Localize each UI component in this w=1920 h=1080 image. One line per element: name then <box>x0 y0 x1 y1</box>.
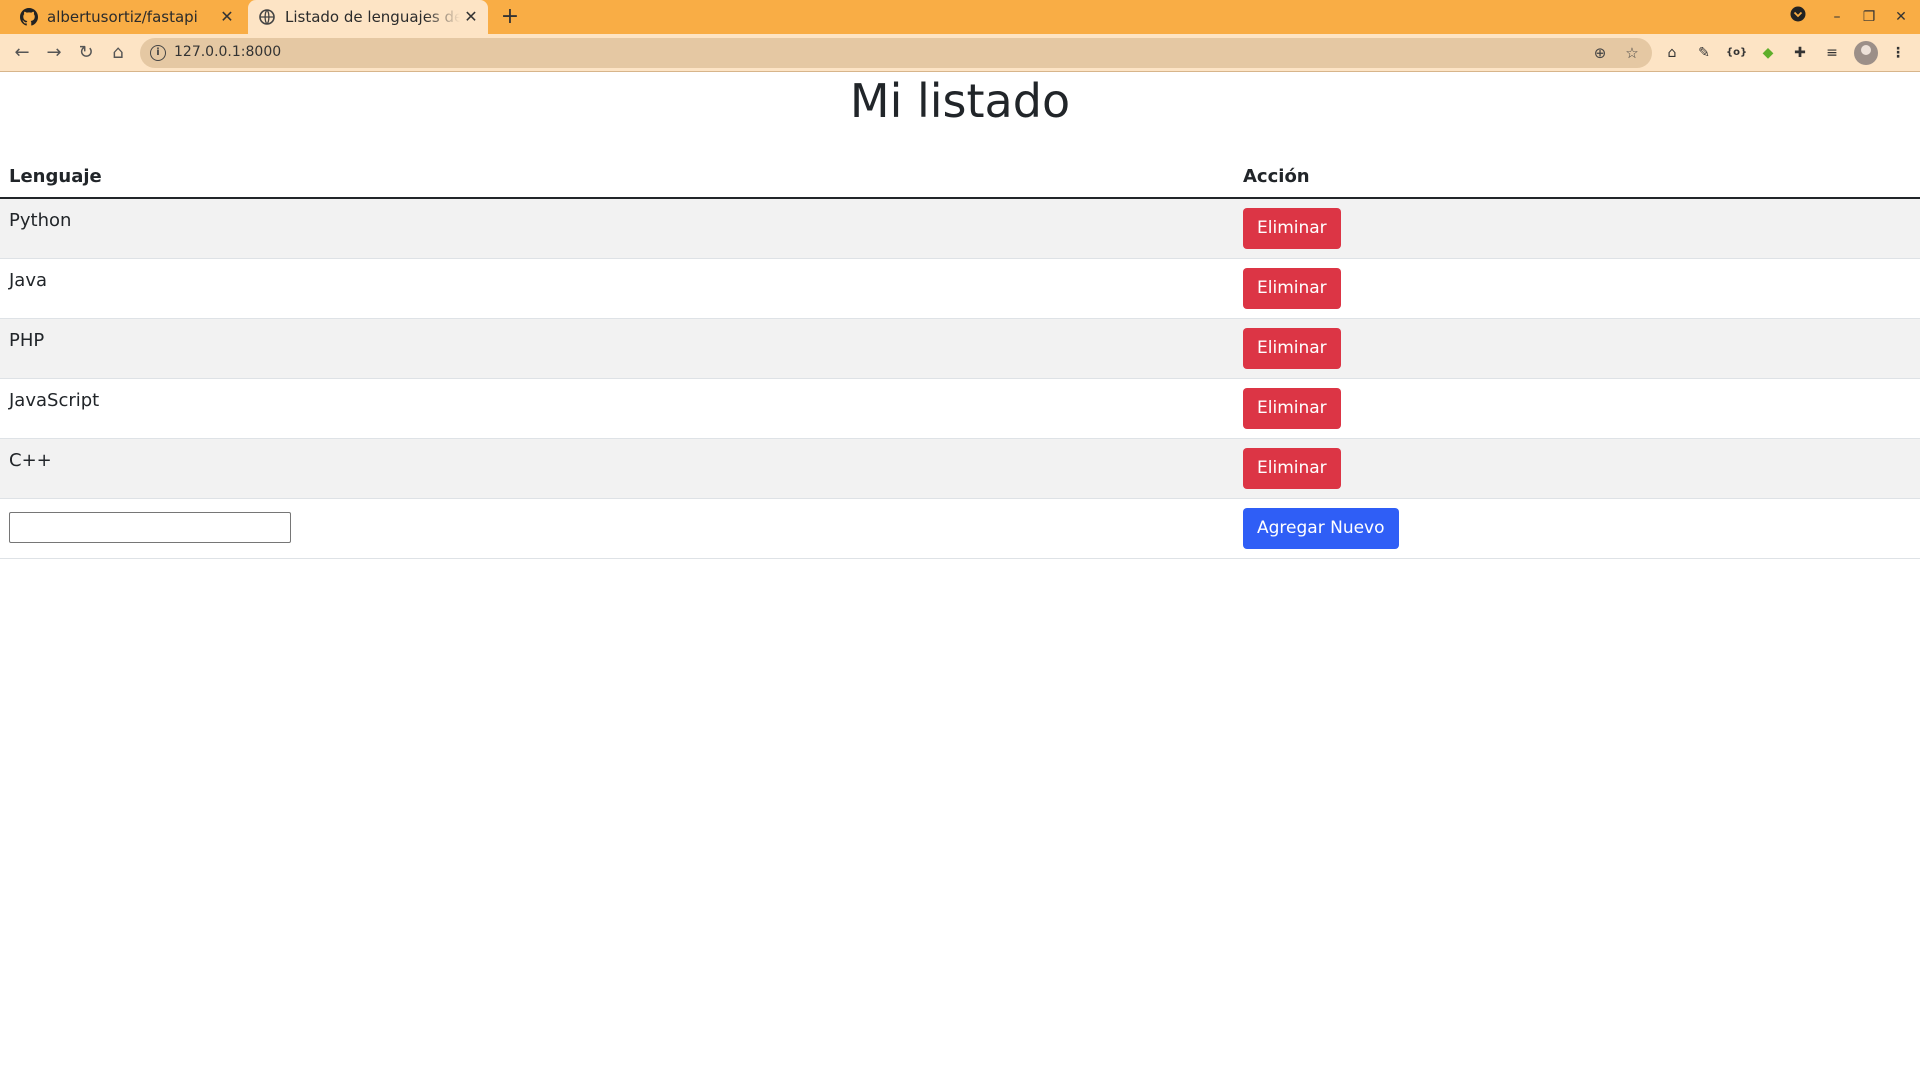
tab-title: albertusortiz/fastapi <box>47 8 198 26</box>
home-icon[interactable]: ⌂ <box>106 41 130 65</box>
action-cell: Eliminar <box>1234 318 1920 379</box>
url-text[interactable]: 127.0.0.1:8000 <box>174 44 281 60</box>
table-row: C++ Eliminar <box>0 438 1920 499</box>
close-tab-icon[interactable]: ✕ <box>218 8 236 26</box>
forward-icon[interactable]: → <box>42 41 66 65</box>
zoom-icon[interactable]: ⊕ <box>1590 43 1610 63</box>
globe-icon <box>258 8 276 26</box>
delete-button[interactable]: Eliminar <box>1243 207 1341 249</box>
github-icon <box>20 8 38 26</box>
add-new-button[interactable]: Agregar Nuevo <box>1243 507 1399 549</box>
language-cell: Java <box>0 258 1234 319</box>
back-icon[interactable]: ← <box>10 41 34 65</box>
minimize-icon[interactable]: – <box>1826 6 1848 28</box>
table-row: PHP Eliminar <box>0 318 1920 379</box>
language-cell: PHP <box>0 318 1234 379</box>
extension-icon[interactable]: ◆ <box>1758 43 1778 63</box>
page-title: Mi listado <box>849 74 1071 128</box>
add-action-cell: Agregar Nuevo <box>1234 498 1920 559</box>
menu-kebab-icon[interactable]: ⋮ <box>1888 43 1908 63</box>
action-cell: Eliminar <box>1234 378 1920 439</box>
tab-github[interactable]: albertusortiz/fastapi ✕ <box>12 0 244 34</box>
close-window-icon[interactable]: ✕ <box>1890 6 1912 28</box>
site-info-icon[interactable]: i <box>150 45 166 61</box>
page-content: Mi listado Lenguaje Acción Python Elimin… <box>0 72 1920 1080</box>
delete-button[interactable]: Eliminar <box>1243 267 1341 309</box>
eyedropper-icon[interactable]: ✎ <box>1694 43 1714 63</box>
extension-icon[interactable]: {o} <box>1726 43 1747 63</box>
languages-table: Lenguaje Acción Python Eliminar Java Eli… <box>0 156 1920 559</box>
reload-icon[interactable]: ↻ <box>74 41 98 65</box>
table-header-row: Lenguaje Acción <box>0 156 1920 199</box>
restore-icon[interactable]: ❐ <box>1858 6 1880 28</box>
action-cell: Eliminar <box>1234 198 1920 259</box>
bookmark-star-icon[interactable]: ☆ <box>1622 43 1642 63</box>
header-action: Acción <box>1234 156 1920 199</box>
browser-tabbar: albertusortiz/fastapi ✕ Listado de lengu… <box>0 0 1920 34</box>
language-cell: Python <box>0 198 1234 259</box>
delete-button[interactable]: Eliminar <box>1243 447 1341 489</box>
delete-button[interactable]: Eliminar <box>1243 387 1341 429</box>
action-cell: Eliminar <box>1234 258 1920 319</box>
delete-button[interactable]: Eliminar <box>1243 327 1341 369</box>
table-row: Python Eliminar <box>0 198 1920 259</box>
table-row: JavaScript Eliminar <box>0 378 1920 439</box>
close-tab-icon[interactable]: ✕ <box>462 8 480 26</box>
language-cell: C++ <box>0 438 1234 499</box>
tab-search-icon[interactable] <box>1787 6 1809 28</box>
tab-listado[interactable]: Listado de lenguajes de programación ✕ <box>248 0 488 34</box>
action-cell: Eliminar <box>1234 438 1920 499</box>
tab-title: Listado de lenguajes de programación <box>285 8 460 26</box>
browser-toolbar: ← → ↻ ⌂ i 127.0.0.1:8000 ⊕ ☆ ⌂ ✎ {o} ◆ ✚… <box>0 34 1920 72</box>
extension-icon[interactable]: ⌂ <box>1662 43 1682 63</box>
language-cell: JavaScript <box>0 378 1234 439</box>
new-language-cell <box>0 498 1234 559</box>
new-language-input[interactable] <box>9 511 291 543</box>
puzzle-icon[interactable]: ✚ <box>1790 43 1810 63</box>
reading-list-icon[interactable]: ≡ <box>1822 43 1842 63</box>
table-row: Java Eliminar <box>0 258 1920 319</box>
new-language-row: Agregar Nuevo <box>0 498 1920 559</box>
header-language: Lenguaje <box>0 156 1234 199</box>
new-tab-plus-icon[interactable]: + <box>498 5 522 29</box>
address-bar[interactable]: i 127.0.0.1:8000 ⊕ ☆ <box>140 38 1652 68</box>
profile-avatar[interactable] <box>1854 41 1878 65</box>
